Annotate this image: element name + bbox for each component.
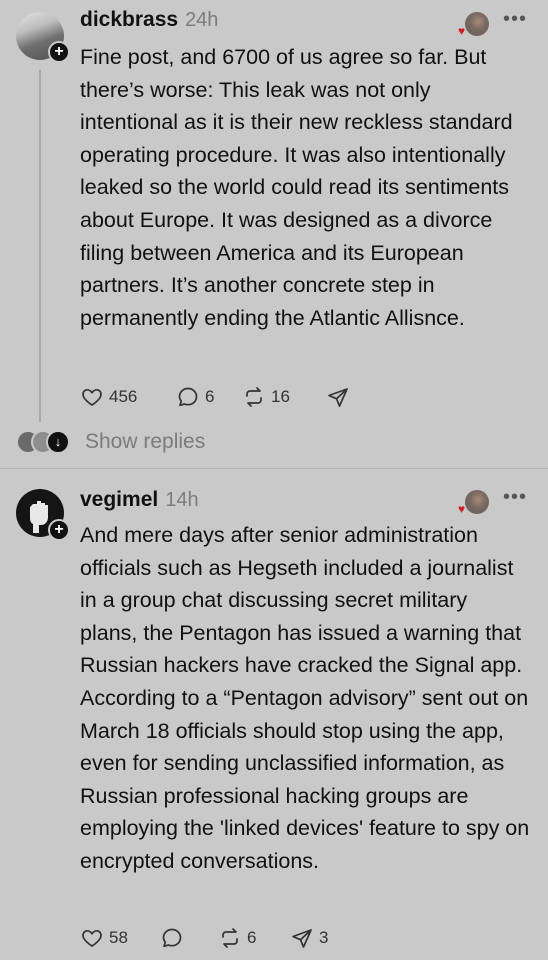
follow-button[interactable]: + [48,41,70,63]
share-count: 3 [319,928,329,947]
timestamp: 24h [185,9,219,31]
post-header: vegimel 14h [80,488,199,512]
username[interactable]: dickbrass [80,8,178,32]
like-count: 456 [109,387,138,406]
repost-icon [246,387,262,407]
follow-button[interactable]: + [48,519,70,541]
post-text: And mere days after senior administratio… [80,523,530,873]
share-icon [328,388,348,407]
share-button[interactable]: 3 [290,925,328,951]
heart-icon [82,388,102,406]
repost-button[interactable]: 6 [218,925,290,951]
comment-button[interactable] [160,925,218,951]
repost-count: 16 [271,387,290,406]
show-replies-row[interactable]: ↓ Show replies [16,430,205,454]
liked-heart-icon: ♥ [458,24,466,38]
comment-icon [162,928,182,948]
post-actions: 456 6 16 [80,384,355,410]
liked-by-avatar[interactable] [465,490,489,514]
repost-count: 6 [247,928,257,947]
post-text: Fine post, and 6700 of us agree so far. … [80,45,513,330]
post-header: dickbrass 24h [80,8,218,32]
liked-heart-icon: ♥ [458,502,466,516]
thread-line [39,70,41,422]
post-dickbrass: + dickbrass 24h ♥ ••• Fine post, and 670… [0,0,548,468]
heart-icon [82,929,102,947]
like-button[interactable]: 456 [80,384,176,410]
comment-icon [178,387,198,407]
timestamp: 14h [165,489,199,511]
more-options-icon[interactable]: ••• [503,9,527,29]
comment-count: 6 [205,387,215,406]
post-actions: 58 6 3 [80,925,328,951]
comment-button[interactable]: 6 [176,384,242,410]
show-replies-link[interactable]: Show replies [85,430,205,454]
chevron-down-icon: ↓ [46,430,70,454]
username[interactable]: vegimel [80,488,158,512]
repost-icon [222,928,238,948]
like-count: 58 [109,928,128,947]
like-button[interactable]: 58 [80,925,160,951]
more-options-icon[interactable]: ••• [503,487,527,507]
share-icon [292,929,312,948]
repost-button[interactable]: 16 [242,384,326,410]
share-button[interactable] [326,384,355,410]
liked-by-avatar[interactable] [465,12,489,36]
